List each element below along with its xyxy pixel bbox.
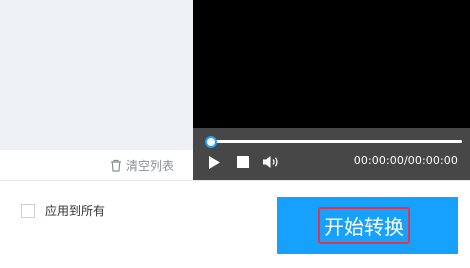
play-icon [208, 155, 221, 170]
clear-list-button[interactable]: 清空列表 [110, 154, 174, 176]
apply-to-all-label: 应用到所有 [45, 204, 106, 218]
progress-bar[interactable] [211, 140, 462, 143]
stop-button[interactable] [237, 153, 249, 171]
apply-to-all-checkbox[interactable] [21, 203, 35, 218]
time-display: 00:00:00/00:00:00 [353, 154, 458, 167]
clear-list-label: 清空列表 [126, 158, 175, 173]
file-list-panel [0, 0, 193, 150]
video-player: 00:00:00/00:00:00 [193, 0, 470, 180]
volume-icon [262, 155, 282, 169]
volume-button[interactable] [262, 153, 282, 171]
stop-icon [237, 156, 249, 168]
section-divider [0, 180, 470, 181]
play-button[interactable] [208, 153, 221, 171]
trash-icon [110, 159, 122, 172]
player-control-bar: 00:00:00/00:00:00 [193, 128, 470, 180]
progress-handle[interactable] [205, 136, 217, 148]
start-convert-button[interactable]: 开始转换 [277, 197, 458, 254]
apply-to-all-option[interactable]: 应用到所有 [21, 202, 105, 219]
start-convert-label: 开始转换 [318, 207, 410, 244]
